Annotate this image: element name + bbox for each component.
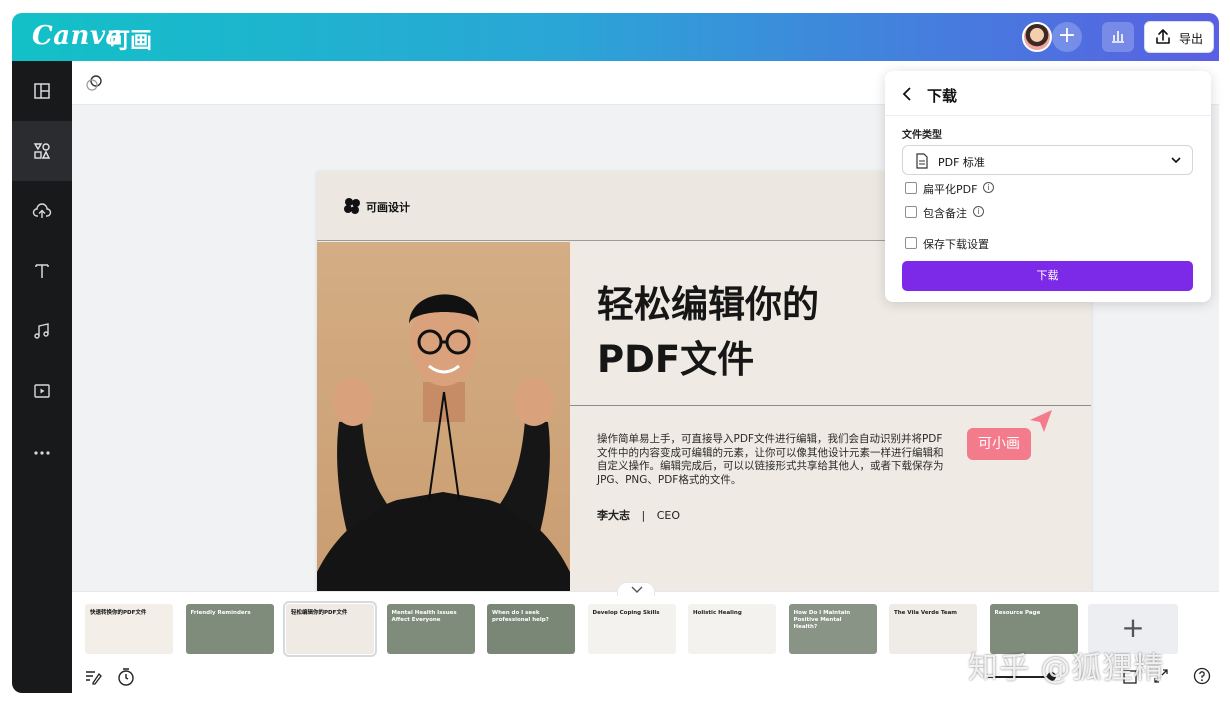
notes-icon[interactable]: [84, 668, 102, 686]
page-thumbnail-title: When do I seek professional help?: [492, 610, 549, 623]
file-type-value: PDF 标准: [938, 156, 985, 169]
page-thumbnail[interactable]: When do I seek professional help?: [487, 604, 575, 654]
sidebar-item-audio[interactable]: [12, 301, 72, 361]
sidebar-item-video[interactable]: [12, 361, 72, 421]
chevron-down-icon: [631, 586, 643, 593]
sidebar-item-more[interactable]: [12, 421, 72, 481]
include-notes-label: 包含备注: [923, 207, 967, 220]
timer-icon[interactable]: [117, 667, 135, 687]
page-thumbnail[interactable]: 快速转换你的PDF文件: [85, 604, 173, 654]
page-thumbnail-title: Develop Coping Skills: [592, 610, 660, 616]
slide-title-line2: PDF文件: [597, 338, 755, 381]
info-icon[interactable]: i: [983, 182, 994, 193]
include-notes-option[interactable]: 包含备注 i: [905, 204, 1105, 220]
page-thumbnail[interactable]: The Vila Verde Team: [889, 604, 977, 654]
chevron-left-icon: [902, 87, 911, 101]
export-button[interactable]: 导出: [1144, 21, 1214, 53]
help-icon[interactable]: [1193, 667, 1211, 685]
export-label: 导出: [1179, 32, 1204, 46]
canva-cn-logo: 可画: [108, 29, 153, 54]
page-thumbnail[interactable]: Friendly Reminders: [185, 604, 274, 654]
upload-icon: [1156, 29, 1170, 44]
user-avatar[interactable]: [1022, 22, 1052, 52]
person-photo[interactable]: [317, 242, 570, 608]
sidebar-item-design[interactable]: [12, 61, 72, 121]
slide-author[interactable]: 李大志 | CEO: [597, 507, 680, 523]
watermark: 知乎 @狐狸精: [968, 651, 1165, 686]
sidebar-item-uploads[interactable]: [12, 181, 72, 241]
save-settings-checkbox[interactable]: [905, 237, 917, 249]
chevron-down-icon: [1171, 157, 1181, 164]
page-thumbnail[interactable]: Develop Coping Skills: [587, 604, 676, 654]
author-name: 李大志: [597, 509, 630, 522]
sidebar-item-elements[interactable]: [12, 121, 72, 181]
save-settings-label: 保存下载设置: [923, 238, 989, 251]
flower-logo-icon: [344, 198, 360, 214]
page-thumbnail-title: Friendly Reminders: [190, 610, 251, 616]
page-thumbnail-title: Resource Page: [994, 610, 1041, 616]
document-icon: [916, 153, 928, 169]
collapse-filmstrip-button[interactable]: [617, 582, 655, 596]
color-picker-icon[interactable]: [84, 73, 104, 93]
panel-divider: [885, 115, 1211, 116]
invite-plus-button[interactable]: +: [1052, 22, 1082, 52]
page-thumbnail[interactable]: 轻松编辑你的PDF文件: [283, 601, 377, 657]
info-icon[interactable]: i: [973, 206, 984, 217]
back-button[interactable]: [901, 85, 913, 108]
slide-logo-text: 可画设计: [366, 201, 410, 214]
page-thumbnail-title: How Do I Maintain Positive Mental Health…: [793, 610, 851, 630]
video-icon: [34, 384, 50, 398]
collaborator-cursor-icon: [1030, 410, 1052, 432]
slide-body-text[interactable]: 操作简单易上手，可直接导入PDF文件进行编辑，我们会自动识别并将PDF文件中的内…: [597, 433, 945, 487]
page-thumbnail-title: Holistic Healing: [693, 610, 742, 616]
shapes-icon: [33, 143, 51, 159]
text-icon: [35, 264, 49, 278]
download-panel: 下载 文件类型 PDF 标准 扁平化PDF i 包含备注 i 保存下载设置 下载: [885, 71, 1211, 302]
page-thumbnail-title: 快速转换你的PDF文件: [90, 610, 147, 616]
page-thumbnail-title: Mental Health Issues Affect Everyone: [391, 610, 457, 623]
layout-icon: [34, 83, 50, 99]
download-button[interactable]: 下载: [902, 261, 1193, 291]
page-thumbnail-title: The Vila Verde Team: [894, 610, 958, 616]
page-thumbnail-title: 轻松编辑你的PDF文件: [291, 610, 348, 616]
include-notes-checkbox[interactable]: [905, 206, 917, 218]
bar-chart-icon: [1112, 31, 1124, 43]
sidebar: [12, 61, 72, 693]
page-thumbnail[interactable]: Holistic Healing: [688, 604, 776, 654]
author-role: CEO: [656, 509, 681, 522]
sidebar-item-text[interactable]: [12, 241, 72, 301]
more-icon: [34, 451, 50, 455]
music-note-icon: [34, 323, 49, 339]
cloud-upload-icon: [32, 203, 52, 218]
person-illustration: [317, 294, 570, 608]
slide-divider: [570, 405, 1091, 406]
page-thumbnail[interactable]: How Do I Maintain Positive Mental Health…: [788, 604, 877, 654]
flatten-pdf-option[interactable]: 扁平化PDF i: [905, 180, 1105, 196]
author-separator: |: [641, 509, 646, 522]
page-thumbnail[interactable]: Mental Health Issues Affect Everyone: [386, 604, 475, 654]
insights-button[interactable]: [1102, 22, 1134, 52]
flatten-pdf-label: 扁平化PDF: [923, 183, 978, 196]
panel-title: 下载: [927, 87, 958, 105]
file-type-select[interactable]: PDF 标准: [902, 145, 1193, 175]
flatten-pdf-checkbox[interactable]: [905, 182, 917, 194]
top-bar: Canva 可画 + 导出: [12, 13, 1219, 61]
file-type-label: 文件类型: [902, 130, 942, 141]
collaborator-label: 可小画: [967, 428, 1031, 460]
save-settings-option[interactable]: 保存下载设置: [905, 235, 1105, 251]
